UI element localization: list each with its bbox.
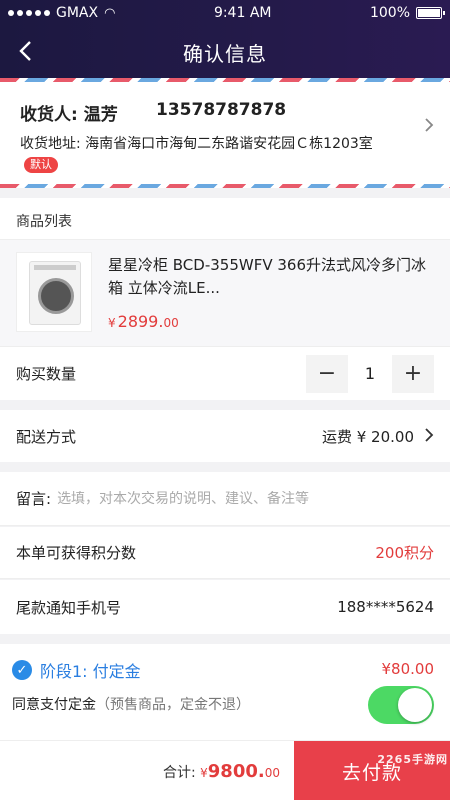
footer-bar: 合计: ¥9800.00 去付款 2265手游网 xyxy=(0,740,450,800)
points-value: 200积分 xyxy=(375,544,434,562)
shipping-label: 配送方式 xyxy=(16,427,77,446)
agree-note: （预售商品，定金不退） xyxy=(96,697,250,713)
increment-button[interactable]: + xyxy=(392,354,434,393)
pay-button[interactable]: 去付款 2265手游网 xyxy=(294,741,450,800)
note-label: 留言: xyxy=(16,490,52,508)
agree-text: 同意支付定金 xyxy=(12,697,96,713)
price-integer: 2899. xyxy=(117,312,164,331)
product-price: ¥2899.00 xyxy=(108,312,179,331)
deposit-toggle[interactable] xyxy=(368,686,434,724)
order-total: 合计: ¥9800.00 xyxy=(163,761,280,782)
agree-deposit: 同意支付定金（预售商品，定金不退） xyxy=(12,694,250,714)
price-decimal: 00 xyxy=(163,316,179,330)
receiver-label: 收货人: xyxy=(20,105,78,125)
total-symbol: ¥ xyxy=(200,766,208,780)
toggle-knob xyxy=(398,688,432,722)
signal-icon xyxy=(8,10,50,16)
quantity-row: 购买数量 − 1 + xyxy=(0,346,450,400)
notify-phone-value: 188****5624 xyxy=(337,598,434,616)
notify-phone-row: 尾款通知手机号 188****5624 xyxy=(0,580,450,634)
nav-bar: 确认信息 xyxy=(0,26,450,78)
stage-amount: ¥80.00 xyxy=(381,660,435,678)
page-title: 确认信息 xyxy=(183,41,267,66)
decrement-button[interactable]: − xyxy=(306,354,348,393)
stage-label: 阶段1: 付定金 xyxy=(40,662,141,681)
address-card[interactable]: 收货人: 温芳 13578787878 收货地址: 海南省海口市海甸二东路谐安花… xyxy=(0,78,450,188)
deposit-section: ✓ 阶段1: 付定金 ¥80.00 同意支付定金（预售商品，定金不退） xyxy=(0,644,450,740)
status-time: 9:41 AM xyxy=(213,5,272,21)
washer-icon xyxy=(29,261,81,325)
points-row: 本单可获得积分数 200积分 xyxy=(0,527,450,579)
total-integer: 9800. xyxy=(207,761,265,782)
airmail-stripe-bottom xyxy=(0,184,450,188)
check-circle-icon: ✓ xyxy=(12,660,32,680)
receiver: 收货人: 温芳 xyxy=(20,100,118,125)
quantity-stepper: − 1 + xyxy=(306,354,434,393)
receiver-phone: 13578787878 xyxy=(156,100,287,120)
watermark: 2265手游网 xyxy=(377,753,448,766)
address-label: 收货地址: xyxy=(20,136,81,152)
battery-percent: 100% xyxy=(369,5,410,21)
price-symbol: ¥ xyxy=(108,316,116,330)
product-image xyxy=(16,252,92,332)
carrier: GMAX xyxy=(56,5,99,21)
points-label: 本单可获得积分数 xyxy=(16,544,137,562)
airmail-stripe-top xyxy=(0,78,450,82)
shipping-value: 运费 ¥ 20.00 xyxy=(321,427,414,446)
total-label: 合计: xyxy=(162,765,196,781)
status-bar: GMAX ◠ 9:41 AM 100% xyxy=(0,0,450,26)
receiver-name: 温芳 xyxy=(83,105,118,125)
address-line: 收货地址: 海南省海口市海甸二东路谐安花园Ｃ栋1203室默认 xyxy=(20,134,410,176)
chevron-right-icon xyxy=(424,114,434,139)
header: GMAX ◠ 9:41 AM 100% 确认信息 xyxy=(0,0,450,78)
default-badge: 默认 xyxy=(24,157,58,173)
note-row: 留言: xyxy=(0,472,450,526)
total-decimal: 00 xyxy=(264,766,280,780)
address-text: 海南省海口市海甸二东路谐安花园Ｃ栋1203室 xyxy=(85,136,373,152)
quantity-label: 购买数量 xyxy=(16,365,77,383)
note-input[interactable] xyxy=(57,490,398,507)
battery-icon xyxy=(416,7,445,19)
product-name: 星星冷柜 BCD-355WFV 366升法式风冷多门冰箱 立体冷流LE... xyxy=(108,256,426,297)
product-list-label: 商品列表 xyxy=(0,198,450,240)
shipping-row[interactable]: 配送方式 运费 ¥ 20.00 xyxy=(0,410,450,462)
wifi-icon: ◠ xyxy=(104,5,116,21)
stage-header: ✓ 阶段1: 付定金 xyxy=(12,658,141,682)
quantity-value: 1 xyxy=(364,364,376,383)
back-icon[interactable] xyxy=(10,36,40,66)
notify-phone-label: 尾款通知手机号 xyxy=(16,598,122,617)
product-item[interactable]: 星星冷柜 BCD-355WFV 366升法式风冷多门冰箱 立体冷流LE... ¥… xyxy=(0,240,450,346)
chevron-right-icon xyxy=(424,424,434,448)
